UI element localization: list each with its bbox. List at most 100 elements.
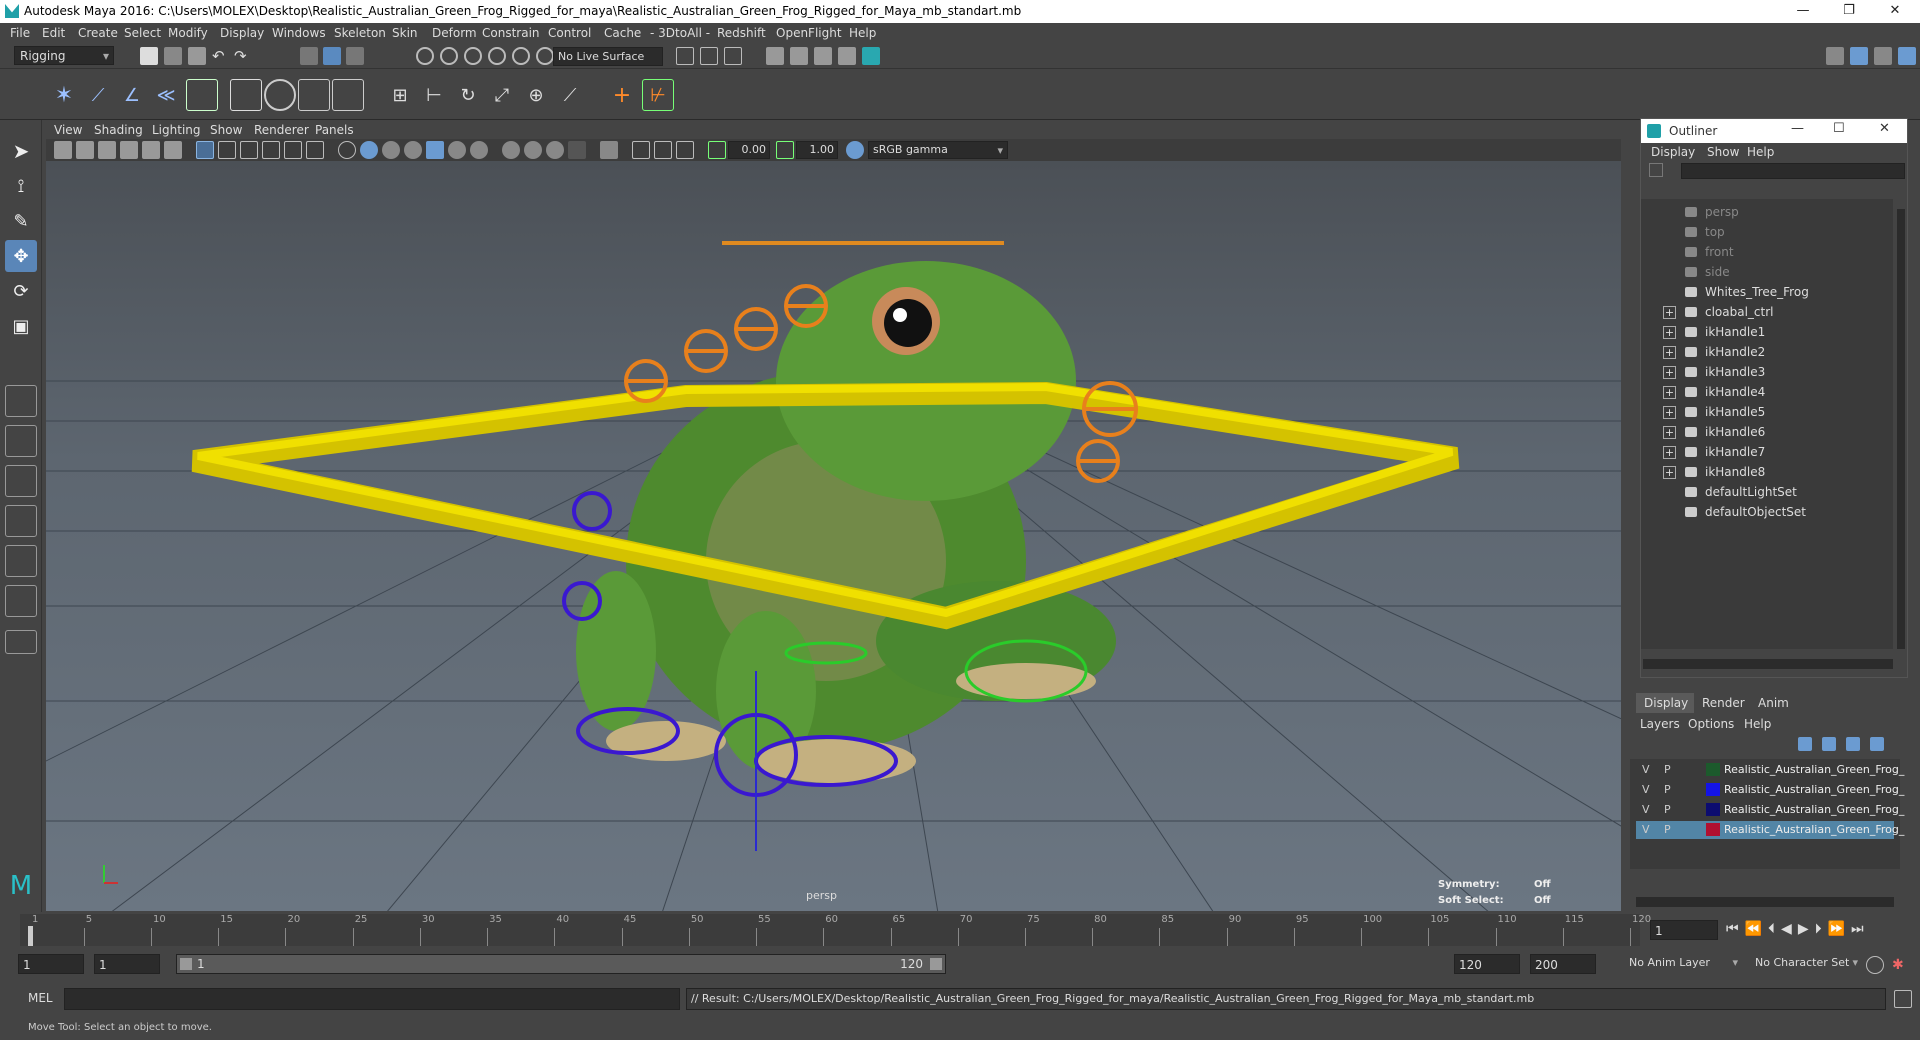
xray-active-icon[interactable] <box>676 141 694 159</box>
layer-visibility-toggle[interactable]: V <box>1642 763 1650 776</box>
expand-icon[interactable]: + <box>1663 366 1676 379</box>
live-surface-field[interactable]: No Live Surface <box>553 47 663 66</box>
two-pane-icon[interactable] <box>5 465 37 497</box>
outliner-item[interactable]: ikHandle4 <box>1705 385 1765 399</box>
step-forward-frame-icon[interactable]: ⏵ <box>1815 921 1828 937</box>
channel-box-toggle-icon[interactable] <box>1898 47 1916 65</box>
xray-joints-icon[interactable] <box>654 141 672 159</box>
move-tool-icon[interactable]: ✥ <box>5 240 37 272</box>
shadows-icon[interactable] <box>470 141 488 159</box>
auto-key-icon[interactable] <box>1866 956 1884 974</box>
layer-menu-options[interactable]: Options <box>1688 717 1734 731</box>
view-transform-dropdown[interactable]: sRGB gamma <box>868 141 1008 159</box>
menu-cache[interactable]: Cache <box>604 26 641 40</box>
snap-grid-icon[interactable] <box>416 47 434 65</box>
ipr-render-icon[interactable] <box>814 47 832 65</box>
anti-aliasing-icon[interactable] <box>546 141 564 159</box>
layer-name[interactable]: Realistic_Australian_Green_Frog_ <box>1724 783 1904 796</box>
new-layer-icon[interactable] <box>1846 737 1860 751</box>
motion-blur-icon[interactable] <box>524 141 542 159</box>
menu-skin[interactable]: Skin <box>392 26 418 40</box>
play-forward-icon[interactable]: ▶ <box>1798 921 1815 937</box>
outliner-persp-icon[interactable] <box>5 505 37 537</box>
image-plane-icon[interactable] <box>120 141 138 159</box>
open-scene-icon[interactable] <box>164 47 182 65</box>
gamma-icon[interactable] <box>776 141 794 159</box>
menu-redshift[interactable]: Redshift <box>717 26 766 40</box>
outliner-vscrollbar[interactable] <box>1897 209 1905 649</box>
viewport-menu-show[interactable]: Show <box>210 123 242 137</box>
color-management-icon[interactable] <box>846 141 864 159</box>
layer-color-swatch[interactable] <box>1706 783 1720 796</box>
current-frame-field[interactable]: 1 <box>1650 920 1718 940</box>
layer-visibility-toggle[interactable]: V <box>1642 803 1650 816</box>
menu-help[interactable]: Help <box>849 26 876 40</box>
outliner-item[interactable]: ikHandle3 <box>1705 365 1765 379</box>
outliner-filter-icon[interactable] <box>1649 163 1663 177</box>
smooth-shade-icon[interactable] <box>360 141 378 159</box>
select-hierarchy-icon[interactable] <box>300 47 318 65</box>
restore-icon[interactable]: ❐ <box>1826 0 1872 23</box>
lattice-icon[interactable] <box>230 79 262 111</box>
outliner-item[interactable]: Whites_Tree_Frog <box>1705 285 1809 299</box>
snap-curve-icon[interactable] <box>440 47 458 65</box>
outliner-item[interactable]: ikHandle5 <box>1705 405 1765 419</box>
playback-end-field[interactable]: 120 <box>1454 954 1520 974</box>
expand-icon[interactable]: + <box>1663 386 1676 399</box>
expand-icon[interactable]: + <box>1663 306 1676 319</box>
expand-icon[interactable]: + <box>1663 346 1676 359</box>
close-icon[interactable]: ✕ <box>1872 0 1918 23</box>
outliner-menu-help[interactable]: Help <box>1747 145 1774 159</box>
command-input[interactable] <box>64 988 680 1010</box>
outliner-item[interactable]: ikHandle2 <box>1705 345 1765 359</box>
snap-point-icon[interactable] <box>464 47 482 65</box>
viewport-menu-lighting[interactable]: Lighting <box>152 123 201 137</box>
default-material-icon[interactable] <box>382 141 400 159</box>
menu-deform[interactable]: Deform <box>432 26 477 40</box>
redo-icon[interactable]: ↷ <box>234 47 252 65</box>
expand-icon[interactable]: + <box>1663 406 1676 419</box>
menu-3dtoall[interactable]: - 3DtoAll - <box>650 26 710 40</box>
layer-playback-toggle[interactable]: P <box>1664 803 1671 816</box>
paint-select-icon[interactable]: ✎ <box>5 205 37 237</box>
step-back-key-icon[interactable]: ⏪ <box>1745 921 1768 937</box>
layer-move-up-icon[interactable] <box>1798 737 1812 751</box>
new-layer-selected-icon[interactable] <box>1870 737 1884 751</box>
undo-icon[interactable]: ↶ <box>212 47 230 65</box>
menu-openflight[interactable]: OpenFlight <box>776 26 842 40</box>
point-constraint-icon[interactable]: ⊞ <box>384 79 416 111</box>
new-scene-icon[interactable] <box>140 47 158 65</box>
step-back-frame-icon[interactable]: ⏴ <box>1768 921 1781 937</box>
2d-pan-zoom-icon[interactable] <box>142 141 160 159</box>
play-backward-icon[interactable]: ◀ <box>1781 921 1798 937</box>
ik-spline-icon[interactable]: ∠ <box>116 79 148 111</box>
viewport-menu-view[interactable]: View <box>54 123 82 137</box>
field-chart-icon[interactable] <box>284 141 302 159</box>
menu-skeleton[interactable]: Skeleton <box>334 26 386 40</box>
outliner-menu-display[interactable]: Display <box>1651 145 1695 159</box>
playback-controls[interactable]: ⏮⏪⏴◀▶⏵⏩⏭ <box>1726 921 1870 937</box>
select-tool-icon[interactable]: ➤ <box>5 135 37 167</box>
preferences-icon[interactable]: ✱ <box>1892 956 1910 974</box>
command-language-label[interactable]: MEL <box>28 991 53 1005</box>
playback-start-field[interactable]: 1 <box>94 954 160 974</box>
joint-tool-icon[interactable]: ✶ <box>48 79 80 111</box>
scale-constraint-icon[interactable]: ⤢ <box>486 79 518 111</box>
resolution-gate-icon[interactable] <box>240 141 258 159</box>
layer-row[interactable]: V P Realistic_Australian_Green_Frog_ <box>1636 761 1904 779</box>
expand-icon[interactable]: + <box>1663 446 1676 459</box>
render-view-icon[interactable] <box>766 47 784 65</box>
outliner-filter-field[interactable] <box>1681 163 1905 179</box>
expand-icon[interactable]: + <box>1663 326 1676 339</box>
layer-playback-toggle[interactable]: P <box>1664 783 1671 796</box>
parent-constraint-icon[interactable]: ⊕ <box>520 79 552 111</box>
menu-constrain[interactable]: Constrain <box>482 26 540 40</box>
ik-handle-icon[interactable]: ⟋ <box>82 79 114 111</box>
snap-surface-icon[interactable] <box>512 47 530 65</box>
animation-start-field[interactable]: 1 <box>18 954 84 974</box>
ambient-occlusion-icon[interactable] <box>502 141 520 159</box>
select-object-icon[interactable] <box>323 47 341 65</box>
outliner-item[interactable]: ikHandle8 <box>1705 465 1765 479</box>
camera-attrs-icon[interactable] <box>76 141 94 159</box>
cluster-icon[interactable] <box>264 79 296 111</box>
